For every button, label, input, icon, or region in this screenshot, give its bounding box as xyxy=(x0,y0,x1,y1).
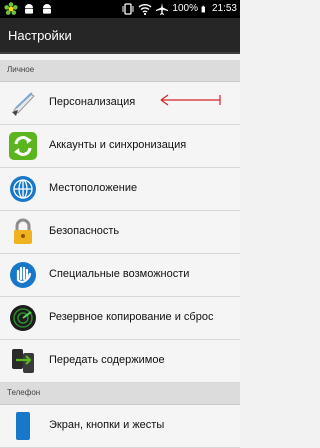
section-header-personal: Личное xyxy=(0,60,240,82)
section-title: Телефон xyxy=(7,388,41,397)
icq-icon xyxy=(4,2,18,15)
lock-icon xyxy=(14,218,32,244)
transfer-phones-icon xyxy=(12,349,34,373)
settings-item-label: Экран, кнопки и жесты xyxy=(49,419,165,431)
android-icon xyxy=(43,4,51,14)
settings-item-label: Местоположение xyxy=(49,182,138,194)
settings-item-backup-reset[interactable]: Резервное копирование и сброс xyxy=(0,297,240,340)
settings-item-location[interactable]: Местоположение xyxy=(0,168,240,211)
section-title: Личное xyxy=(7,65,35,74)
vibrate-icon xyxy=(122,3,134,15)
settings-item-label: Резервное копирование и сброс xyxy=(49,311,214,323)
battery-icon xyxy=(201,5,205,13)
settings-item-label: Аккаунты и синхронизация xyxy=(49,139,187,151)
paintbrush-icon xyxy=(12,92,35,116)
clock: 21:53 xyxy=(211,3,237,14)
sync-icon xyxy=(9,132,37,160)
location-globe-icon xyxy=(10,176,36,202)
phone-icon xyxy=(16,412,30,440)
airplane-icon xyxy=(156,3,169,15)
android-icon xyxy=(25,4,33,14)
settings-item-label: Передать содержимое xyxy=(49,354,165,366)
page-title: Настройки xyxy=(8,28,72,43)
section-header-phone: Телефон xyxy=(0,383,240,405)
settings-item-display-buttons-gestures[interactable]: Экран, кнопки и жесты xyxy=(0,405,240,448)
settings-item-label: Специальные возможности xyxy=(49,268,190,280)
settings-item-transfer-content[interactable]: Передать содержимое xyxy=(0,340,240,383)
hand-icon xyxy=(10,262,36,288)
settings-item-label: Персонализация xyxy=(49,96,136,108)
app-header: Настройки xyxy=(0,18,240,54)
battery-percentage: 100% xyxy=(172,3,198,14)
annotation-arrow-icon xyxy=(160,94,221,106)
settings-item-security[interactable]: Безопасность xyxy=(0,211,240,254)
backup-radar-icon xyxy=(10,305,36,331)
wifi-icon xyxy=(138,4,152,16)
settings-item-accounts-sync[interactable]: Аккаунты и синхронизация xyxy=(0,125,240,168)
settings-item-accessibility[interactable]: Специальные возможности xyxy=(0,254,240,297)
settings-item-label: Безопасность xyxy=(49,225,120,237)
status-bar: 100% 21:53 xyxy=(0,0,240,18)
